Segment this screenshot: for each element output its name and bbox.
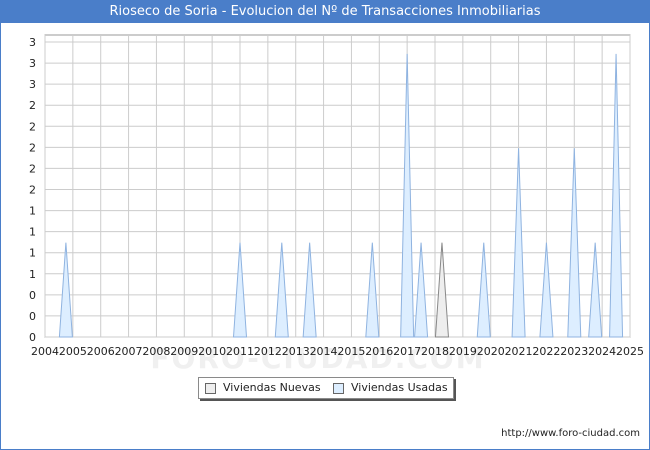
x-tick-label: 2018 [421,345,449,358]
x-axis-ticks: 2004 2005 2006 2007 2008 2009 2010 2011 2012 2013… [31,345,644,358]
x-tick-label: 2021 [505,345,533,358]
y-tick-label: 1 [29,247,36,260]
x-tick-label: 2004 [31,345,59,358]
legend-label-nuevas: Viviendas Nuevas [223,381,321,394]
source-url[interactable]: http://www.foro-ciudad.com [501,428,640,439]
y-tick-label: 1 [29,268,36,281]
x-tick-label: 2011 [226,345,254,358]
y-tick-label: 0 [29,289,36,302]
legend-swatch-nuevas [205,383,216,394]
x-tick-label: 2016 [365,345,393,358]
x-tick-label: 2013 [282,345,310,358]
x-tick-label: 2006 [87,345,115,358]
x-tick-label: 2014 [310,345,338,358]
x-tick-label: 2019 [449,345,477,358]
y-tick-label: 0 [29,331,36,344]
x-tick-label: 2024 [588,345,616,358]
x-tick-label: 2015 [337,345,365,358]
legend-swatch-usadas [333,383,344,394]
x-tick-label: 2009 [170,345,198,358]
y-tick-label: 0 [29,310,36,323]
y-tick-label: 3 [29,57,36,70]
y-tick-label: 2 [29,141,36,154]
legend: Viviendas Nuevas Viviendas Usadas [198,377,454,399]
y-tick-label: 2 [29,184,36,197]
x-tick-label: 2007 [115,345,143,358]
x-tick-label: 2022 [532,345,560,358]
x-tick-label: 2012 [254,345,282,358]
x-tick-label: 2005 [59,345,87,358]
x-tick-label: 2023 [560,345,588,358]
legend-label-usadas: Viviendas Usadas [351,381,448,394]
y-tick-label: 2 [29,120,36,133]
y-tick-label: 2 [29,99,36,112]
x-tick-label: 2008 [142,345,170,358]
x-tick-label: 2020 [477,345,505,358]
y-tick-label: 1 [29,226,36,239]
x-tick-label: 2025 [616,345,644,358]
y-tick-label: 3 [29,78,36,91]
plot-area [44,34,631,338]
x-tick-label: 2010 [198,345,226,358]
y-tick-label: 1 [29,205,36,218]
x-tick-label: 2017 [393,345,421,358]
y-tick-label: 2 [29,162,36,175]
y-axis-ticks: 0 0 0 1 1 1 1 2 2 2 2 2 3 3 3 [29,36,36,344]
y-tick-label: 3 [29,36,36,49]
